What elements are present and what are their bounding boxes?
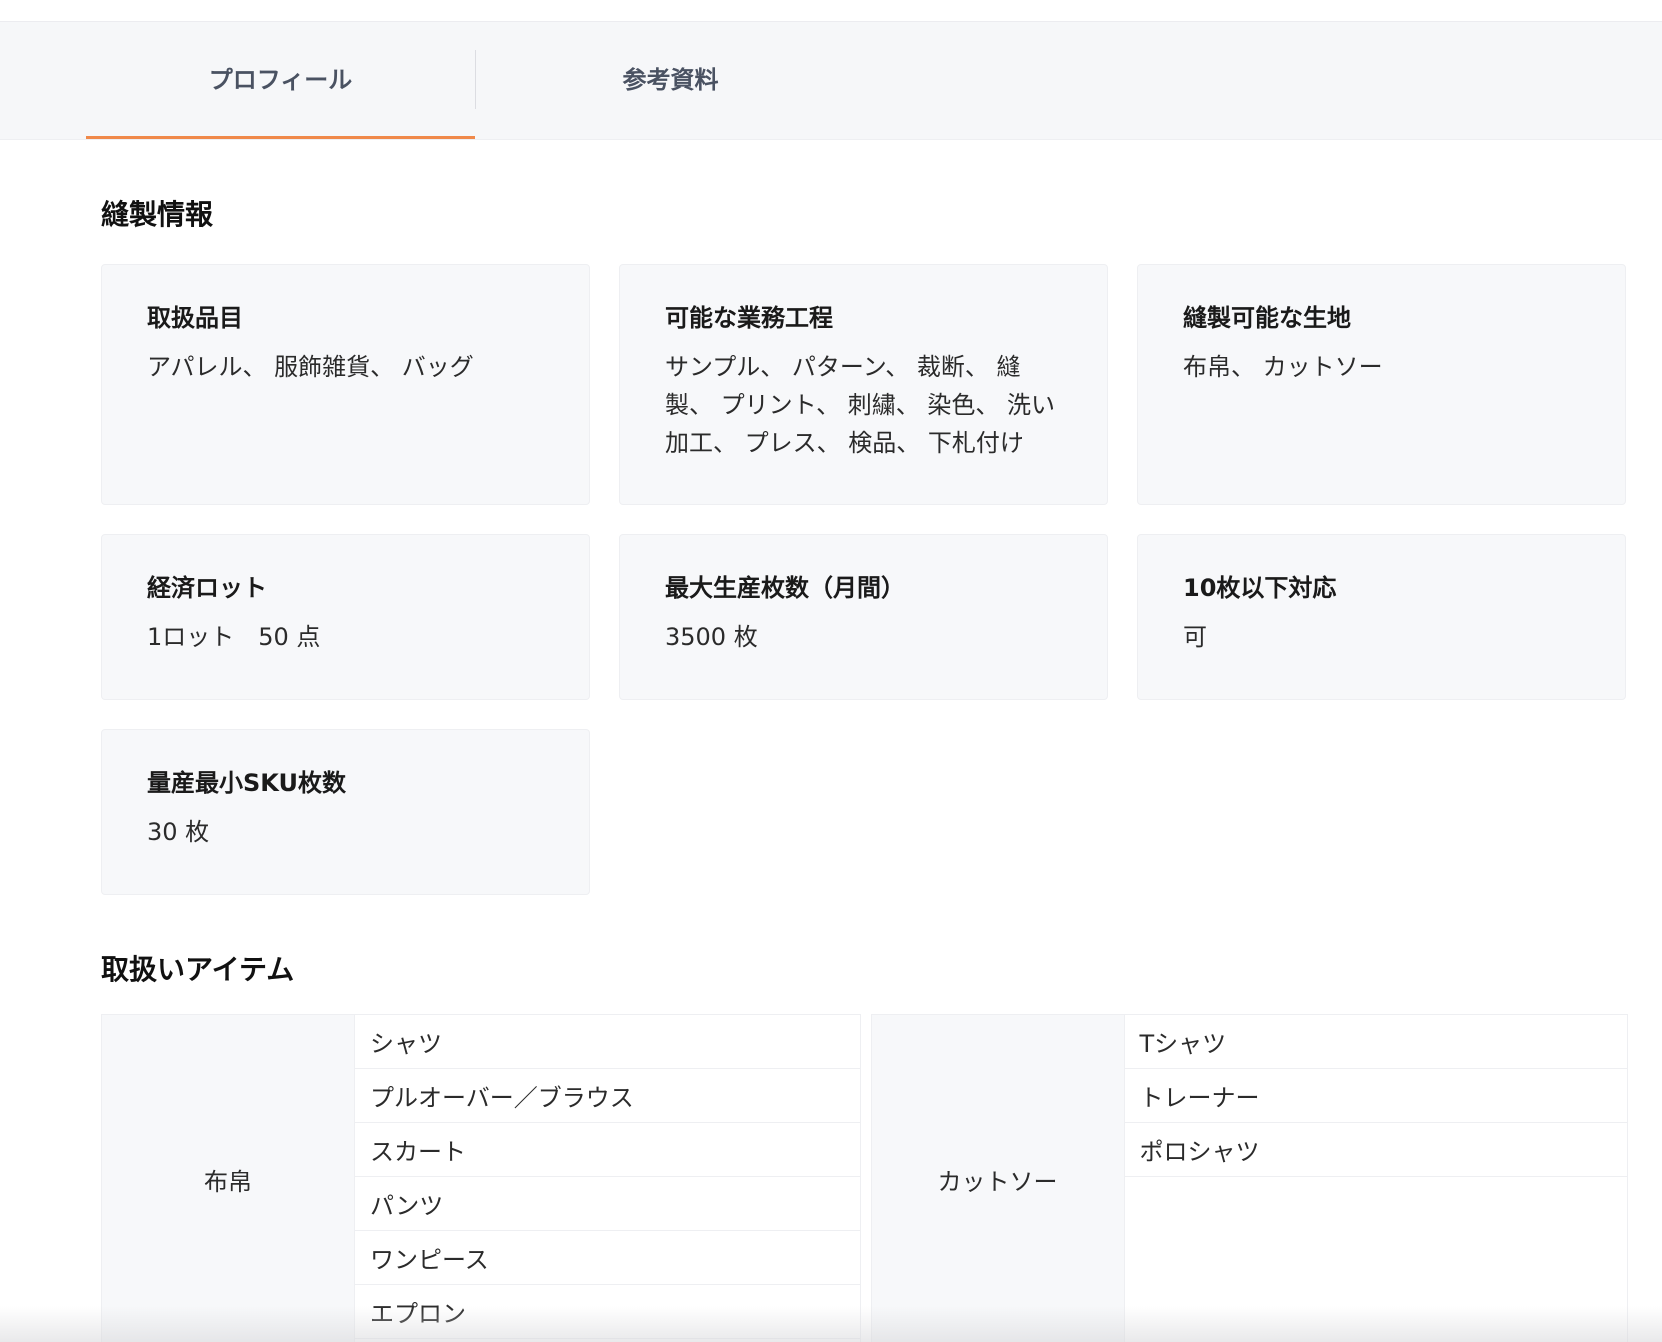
info-card-min-sku: 量産最小SKU枚数 30 枚 [101,728,590,895]
main-content: 縫製情報 取扱品目 アパレル、 服飾雑貨、 バッグ 可能な業務工程 サンプル、 … [0,198,1662,1342]
tab-profile[interactable]: プロフィール [86,22,475,139]
card-value: アパレル、 服飾雑貨、 バッグ [147,352,474,381]
sewing-info-grid: 取扱品目 アパレル、 服飾雑貨、 バッグ 可能な業務工程 サンプル、 パターン、… [101,263,1628,895]
info-card-products: 取扱品目 アパレル、 服飾雑貨、 バッグ [101,263,590,505]
info-card-economic-lot: 経済ロット 1ロット 50 点 [101,533,590,700]
card-value: サンプル、 パターン、 裁断、 縫製、 プリント、 刺繍、 染色、 洗い加工、 … [665,352,1056,457]
card-value: 3500 枚 [665,622,758,651]
list-item: シャツ [355,1015,860,1070]
info-card-max-production: 最大生産枚数（月間） 3500 枚 [619,533,1108,700]
list-item: ワンピース [355,1231,860,1286]
list-item: トレーナー [1124,1069,1627,1124]
card-value: 布帛、 カットソー [1183,352,1383,381]
top-bar [0,0,1662,22]
info-card-small-lot: 10枚以下対応 可 [1137,533,1626,700]
info-card-processes: 可能な業務工程 サンプル、 パターン、 裁断、 縫製、 プリント、 刺繍、 染色… [619,263,1108,505]
tab-profile-label: プロフィール [208,66,353,94]
list-item: ポロシャツ [1124,1123,1627,1178]
list-item: Tシャツ [1124,1015,1627,1070]
card-label: 取扱品目 [147,303,243,332]
list-item: スカート [355,1123,860,1178]
info-card-fabrics: 縫製可能な生地 布帛、 カットソー [1137,263,1626,505]
card-label: 縫製可能な生地 [1183,303,1351,332]
sewing-section-title: 縫製情報 [101,198,214,231]
card-label: 量産最小SKU枚数 [147,768,346,797]
item-rows: Tシャツ トレーナー ポロシャツ [1124,1015,1627,1342]
list-item: プルオーバー／ブラウス [355,1069,860,1124]
card-value: 可 [1183,622,1207,651]
category-cell: 布帛 [102,1015,355,1342]
list-item: パンツ [355,1177,860,1232]
tab-reference[interactable]: 参考資料 [476,22,865,139]
item-rows: シャツ プルオーバー／ブラウス スカート パンツ ワンピース エプロン [355,1015,860,1342]
card-label: 最大生産枚数（月間） [665,573,905,602]
items-tables: 布帛 シャツ プルオーバー／ブラウス スカート パンツ ワンピース エプロン カ… [101,1014,1628,1342]
card-value: 1ロット 50 点 [147,622,321,651]
items-table-cutsew: カットソー Tシャツ トレーナー ポロシャツ [870,1014,1628,1342]
card-label: 10枚以下対応 [1183,573,1337,602]
tab-bar: プロフィール 参考資料 [0,22,1662,140]
card-label: 経済ロット [147,573,267,602]
card-value: 30 枚 [147,817,210,846]
card-label: 可能な業務工程 [665,303,833,332]
list-item: エプロン [355,1285,860,1340]
items-section-title: 取扱いアイテム [101,952,295,986]
items-table-woven: 布帛 シャツ プルオーバー／ブラウス スカート パンツ ワンピース エプロン [101,1014,861,1342]
tab-reference-label: 参考資料 [622,66,719,94]
category-cell: カットソー [871,1015,1125,1342]
